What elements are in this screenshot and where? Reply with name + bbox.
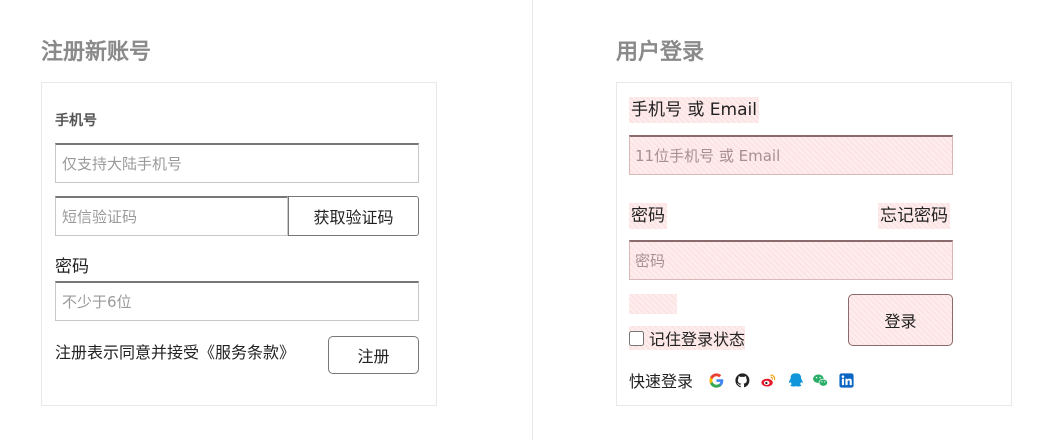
quick-login-row: 快速登录 [629, 368, 863, 392]
terms-text: 注册表示同意并接受《服务条款》 [55, 343, 296, 362]
login-card: 手机号 或 Email 密码 忘记密码 记住登录状态 登录 快速登录 [616, 82, 1012, 406]
phone-label: 手机号 [55, 113, 97, 129]
login-password-input[interactable] [629, 240, 953, 280]
wechat-icon[interactable] [811, 371, 829, 389]
github-icon[interactable] [733, 371, 751, 389]
register-password-label: 密码 [55, 257, 89, 277]
register-card: 手机号 获取验证码 密码 注册表示同意并接受《服务条款》 注册 [41, 82, 437, 406]
forgot-password-link[interactable]: 忘记密码 [878, 203, 950, 229]
register-title: 注册新账号 [41, 40, 152, 65]
login-title: 用户登录 [616, 40, 705, 65]
sms-code-input[interactable] [55, 196, 288, 236]
quick-login-label: 快速登录 [629, 372, 694, 391]
login-id-input[interactable] [629, 135, 953, 175]
linkedin-icon[interactable] [837, 371, 855, 389]
qq-icon[interactable] [785, 371, 803, 389]
get-code-button[interactable]: 获取验证码 [288, 196, 419, 236]
register-password-input[interactable] [55, 281, 419, 321]
login-password-label: 密码 [629, 203, 667, 229]
weibo-icon[interactable] [759, 371, 777, 389]
remember-me[interactable]: 记住登录状态 [629, 326, 746, 350]
remember-label: 记住登录状态 [649, 330, 746, 349]
remember-checkbox[interactable] [629, 330, 644, 346]
google-icon[interactable] [707, 371, 725, 389]
register-button[interactable]: 注册 [328, 336, 419, 374]
phone-input[interactable] [55, 143, 419, 183]
login-id-label: 手机号 或 Email [629, 97, 759, 123]
panel-divider [532, 0, 533, 440]
login-button[interactable]: 登录 [848, 294, 953, 346]
empty-highlight-block [629, 294, 677, 314]
